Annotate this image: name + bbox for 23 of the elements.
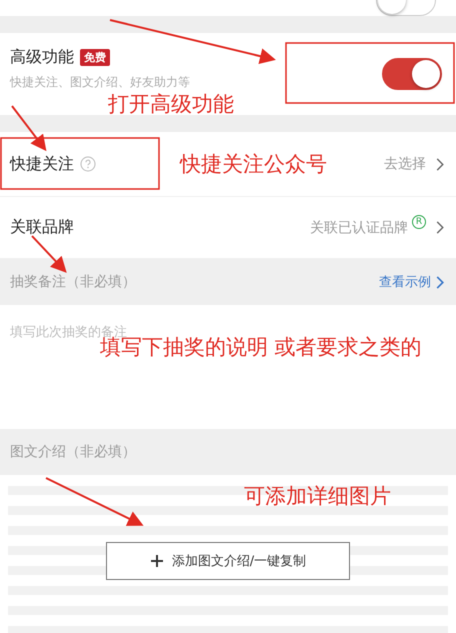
row-value[interactable]: 去选择	[384, 155, 426, 173]
registered-mark: R	[412, 215, 426, 229]
chevron-icon	[436, 221, 444, 234]
add-intro-button[interactable]: 添加图文介绍/一键复制	[106, 542, 350, 580]
arrow	[31, 235, 67, 273]
section-header: 图文介绍（非必填）	[10, 443, 136, 461]
toggle-switch[interactable]	[382, 58, 442, 90]
plus-icon	[150, 554, 164, 568]
row-value[interactable]: 关联已认证品牌	[310, 218, 408, 236]
annotation-text: 打开高级功能	[108, 94, 234, 115]
free-badge: 免费	[80, 49, 110, 66]
section-header: 抽奖备注（非必填）	[10, 273, 136, 291]
arrow	[11, 105, 46, 152]
row-label: 关联品牌	[10, 217, 74, 238]
view-example-link[interactable]: 查看示例	[379, 273, 444, 291]
chevron-icon	[436, 276, 444, 288]
help-icon[interactable]	[80, 156, 96, 172]
chevron-icon	[436, 158, 444, 170]
annotation-text: 可添加详细图片	[244, 483, 391, 510]
annotation-text: 快捷关注公众号	[180, 151, 327, 178]
section-subtitle: 快捷关注、图文介绍、好友助力等	[10, 74, 191, 91]
section-title: 高级功能	[10, 47, 74, 68]
row-label: 快捷关注	[10, 154, 74, 174]
